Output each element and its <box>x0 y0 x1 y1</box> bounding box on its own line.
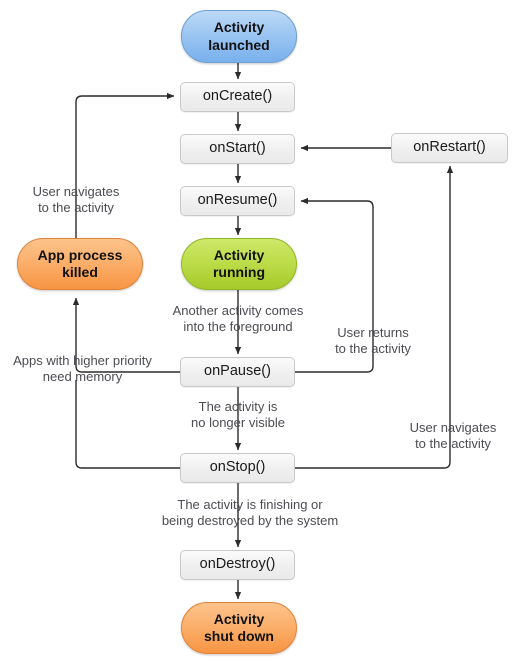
node-activity-running[interactable]: Activity running <box>181 238 297 290</box>
node-on-start-label: onStart() <box>209 140 266 157</box>
edge-label-user-returns-to-activity: User returns to the activity <box>335 325 411 357</box>
edge-label-activity-finishing-destroyed: The activity is finishing or being destr… <box>161 497 339 529</box>
edge-label-user-navigates-to-activity-left: User navigates to the activity <box>32 184 120 216</box>
node-on-stop-label: onStop() <box>209 459 266 476</box>
node-activity-launched-label: Activity launched <box>208 19 270 53</box>
node-on-restart[interactable]: onRestart() <box>391 133 508 163</box>
node-on-destroy-label: onDestroy() <box>199 556 276 573</box>
node-app-process-killed[interactable]: App process killed <box>17 238 143 290</box>
node-on-resume-label: onResume() <box>197 192 278 209</box>
node-on-pause-label: onPause() <box>204 363 271 380</box>
node-on-restart-label: onRestart() <box>413 139 486 156</box>
node-on-start[interactable]: onStart() <box>180 134 295 164</box>
node-on-pause[interactable]: onPause() <box>180 357 295 387</box>
edge-label-apps-higher-priority: Apps with higher priority need memory <box>13 353 152 385</box>
node-activity-shut-down[interactable]: Activity shut down <box>181 602 297 654</box>
activity-lifecycle-diagram: Activity launched onCreate() onStart() o… <box>0 0 521 663</box>
node-on-resume[interactable]: onResume() <box>180 186 295 216</box>
node-activity-shut-down-label: Activity shut down <box>204 610 274 644</box>
node-activity-running-label: Activity running <box>212 246 266 280</box>
node-on-create[interactable]: onCreate() <box>180 82 295 112</box>
edge-killed-to-oncreate <box>75 92 175 238</box>
edge-label-activity-no-longer-visible: The activity is no longer visible <box>191 399 285 431</box>
node-on-stop[interactable]: onStop() <box>180 453 295 483</box>
edge-onstop-to-killed <box>75 380 180 469</box>
node-app-process-killed-label: App process killed <box>37 246 123 280</box>
node-on-destroy[interactable]: onDestroy() <box>180 550 295 580</box>
node-activity-launched[interactable]: Activity launched <box>181 10 297 63</box>
edge-label-another-activity-foreground: Another activity comes into the foregrou… <box>172 303 304 335</box>
edge-label-user-navigates-to-activity-right: User navigates to the activity <box>409 420 497 452</box>
node-on-create-label: onCreate() <box>202 88 273 105</box>
